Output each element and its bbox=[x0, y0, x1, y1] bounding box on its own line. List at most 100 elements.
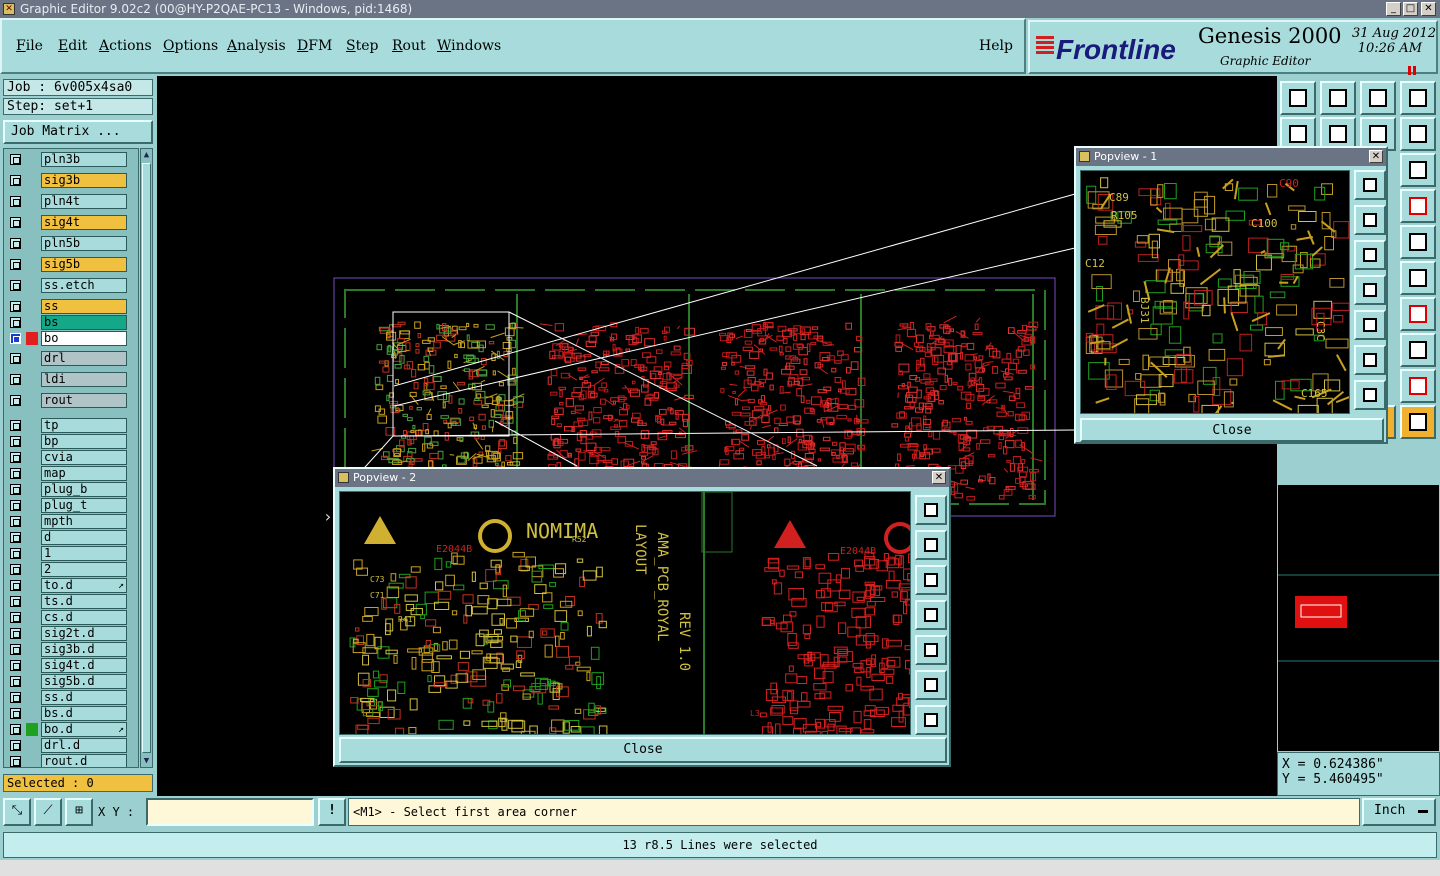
pan-up-icon[interactable] bbox=[915, 530, 947, 560]
pan-right-icon[interactable] bbox=[1354, 310, 1386, 340]
layer-name[interactable]: pln4t bbox=[41, 194, 127, 209]
menu-help[interactable]: Help bbox=[979, 38, 1013, 54]
popview-2-titlebar[interactable]: Popview - 2 ✕ bbox=[335, 469, 949, 487]
layer-row[interactable]: ss.d bbox=[4, 689, 138, 705]
zoom-fit-icon[interactable] bbox=[1354, 170, 1386, 200]
house-icon[interactable] bbox=[1360, 81, 1396, 115]
layer-name[interactable]: ts.d bbox=[41, 594, 127, 609]
menu-file[interactable]: File bbox=[16, 38, 43, 54]
layer-name[interactable]: map bbox=[41, 466, 127, 481]
layer-row[interactable]: tp bbox=[4, 417, 138, 433]
layer-row[interactable]: mpth bbox=[4, 513, 138, 529]
layer-row[interactable]: 1 bbox=[4, 545, 138, 561]
popview-2-view[interactable]: ΝΟΜΙΜΑ LAYOUT AMA_PCB_ROYAL REV 1.0 E2044B E2… bbox=[339, 491, 911, 735]
pause-icon[interactable] bbox=[1408, 60, 1418, 75]
job-matrix-button[interactable]: Job Matrix ... bbox=[3, 120, 153, 144]
pan-left-icon[interactable] bbox=[915, 600, 947, 630]
pad-icon[interactable] bbox=[1400, 225, 1436, 259]
popview-1-window[interactable]: Popview - 1 ✕ C89 C90 R105 C100 C12 BJ31 C165 C… bbox=[1074, 146, 1388, 444]
popview-2-close-button[interactable]: Close bbox=[339, 737, 947, 763]
menu-dfm[interactable]: DFM bbox=[297, 38, 332, 54]
layer-name[interactable]: 2 bbox=[41, 562, 127, 577]
layer-row[interactable]: rout bbox=[4, 392, 138, 408]
layer-name[interactable]: sig4t bbox=[41, 215, 127, 230]
layer-checkbox[interactable] bbox=[10, 500, 21, 511]
layer-checkbox[interactable] bbox=[10, 532, 21, 543]
arc-icon[interactable] bbox=[1400, 369, 1436, 403]
layer-name[interactable]: bo.d ↗ bbox=[41, 722, 127, 737]
layer-name[interactable]: sig3b.d bbox=[41, 642, 127, 657]
s-shape-icon[interactable] bbox=[1400, 117, 1436, 151]
popview-2-close-x[interactable]: ✕ bbox=[932, 471, 946, 484]
layer-name[interactable]: ss.d bbox=[41, 690, 127, 705]
layer-name[interactable]: mpth bbox=[41, 514, 127, 529]
menu-options[interactable]: Options bbox=[163, 38, 218, 54]
layer-checkbox[interactable] bbox=[10, 217, 21, 228]
group-icon[interactable] bbox=[1400, 333, 1436, 367]
pan-right-icon[interactable] bbox=[915, 635, 947, 665]
layer-name[interactable]: sig3b bbox=[41, 173, 127, 188]
layer-checkbox[interactable] bbox=[10, 452, 21, 463]
layer-row[interactable]: sig5b bbox=[4, 256, 138, 272]
layer-name[interactable]: drl.d bbox=[41, 738, 127, 753]
layer-checkbox[interactable] bbox=[10, 317, 21, 328]
prompt-alert-icon[interactable]: ! bbox=[318, 798, 346, 826]
layer-row[interactable]: bo bbox=[4, 330, 138, 346]
layer-name[interactable]: cvia bbox=[41, 450, 127, 465]
layer-checkbox[interactable] bbox=[10, 436, 21, 447]
layer-checkbox[interactable] bbox=[10, 708, 21, 719]
grid-snap-icon[interactable]: ⊞ bbox=[65, 798, 93, 826]
route-icon[interactable] bbox=[1400, 405, 1436, 439]
layer-checkbox[interactable] bbox=[10, 238, 21, 249]
menu-windows[interactable]: Windows bbox=[437, 38, 501, 54]
scroll-down-icon[interactable]: ▼ bbox=[141, 755, 152, 767]
close-window-button[interactable]: ✕ bbox=[1421, 2, 1436, 16]
pan-left-icon[interactable] bbox=[1354, 275, 1386, 305]
scroll-up-icon[interactable]: ▲ bbox=[141, 149, 152, 161]
layer-toggle-icon[interactable] bbox=[1400, 189, 1436, 223]
layer-name[interactable]: 1 bbox=[41, 546, 127, 561]
layer-name[interactable]: cs.d bbox=[41, 610, 127, 625]
layer-checkbox[interactable] bbox=[10, 516, 21, 527]
layer-row[interactable]: sig5b.d bbox=[4, 673, 138, 689]
layer-row[interactable]: sig3b bbox=[4, 172, 138, 188]
layer-row[interactable]: bs bbox=[4, 314, 138, 330]
layer-checkbox[interactable] bbox=[10, 395, 21, 406]
measure-icon[interactable]: ⟋ bbox=[34, 798, 62, 826]
layer-row[interactable]: ss bbox=[4, 298, 138, 314]
layer-checkbox[interactable] bbox=[10, 740, 21, 751]
layer-color-swatch[interactable] bbox=[26, 723, 38, 736]
layer-row[interactable]: plug_t bbox=[4, 497, 138, 513]
layer-row[interactable]: ss.etch bbox=[4, 277, 138, 293]
minimize-button[interactable]: _ bbox=[1386, 2, 1401, 16]
layer-row[interactable]: pln5b bbox=[4, 235, 138, 251]
menu-actions[interactable]: Actions bbox=[99, 38, 152, 54]
layer-name[interactable]: pln5b bbox=[41, 236, 127, 251]
layer-name[interactable]: ss.etch bbox=[41, 278, 127, 293]
layer-checkbox[interactable] bbox=[10, 724, 21, 735]
layer-name[interactable]: bp bbox=[41, 434, 127, 449]
layer-name[interactable]: tp bbox=[41, 418, 127, 433]
layer-name[interactable]: sig5b.d bbox=[41, 674, 127, 689]
layer-checkbox[interactable] bbox=[10, 301, 21, 312]
layer-checkbox[interactable] bbox=[10, 154, 21, 165]
pan-up-icon[interactable] bbox=[1354, 205, 1386, 235]
zoom-in-icon[interactable] bbox=[915, 705, 947, 735]
layer-row[interactable]: drl.d bbox=[4, 737, 138, 753]
layer-checkbox[interactable] bbox=[10, 628, 21, 639]
layer-checkbox[interactable] bbox=[10, 644, 21, 655]
layer-checkbox[interactable] bbox=[10, 333, 21, 344]
scrollbar-thumb[interactable] bbox=[142, 163, 151, 753]
layer-checkbox[interactable] bbox=[10, 420, 21, 431]
menu-edit[interactable]: Edit bbox=[58, 38, 87, 54]
layer-name[interactable]: sig4t.d bbox=[41, 658, 127, 673]
feature-filter-icon[interactable] bbox=[1400, 297, 1436, 331]
layer-row[interactable]: plug_b bbox=[4, 481, 138, 497]
popview-1-titlebar[interactable]: Popview - 1 ✕ bbox=[1076, 148, 1386, 166]
snap-point-icon[interactable] bbox=[1400, 261, 1436, 295]
zoom-area-icon[interactable]: ⤡ bbox=[3, 798, 31, 826]
layer-checkbox[interactable] bbox=[10, 353, 21, 364]
layer-name[interactable]: bo bbox=[41, 331, 127, 346]
layer-row[interactable]: sig2t.d bbox=[4, 625, 138, 641]
layer-name[interactable]: plug_t bbox=[41, 498, 127, 513]
